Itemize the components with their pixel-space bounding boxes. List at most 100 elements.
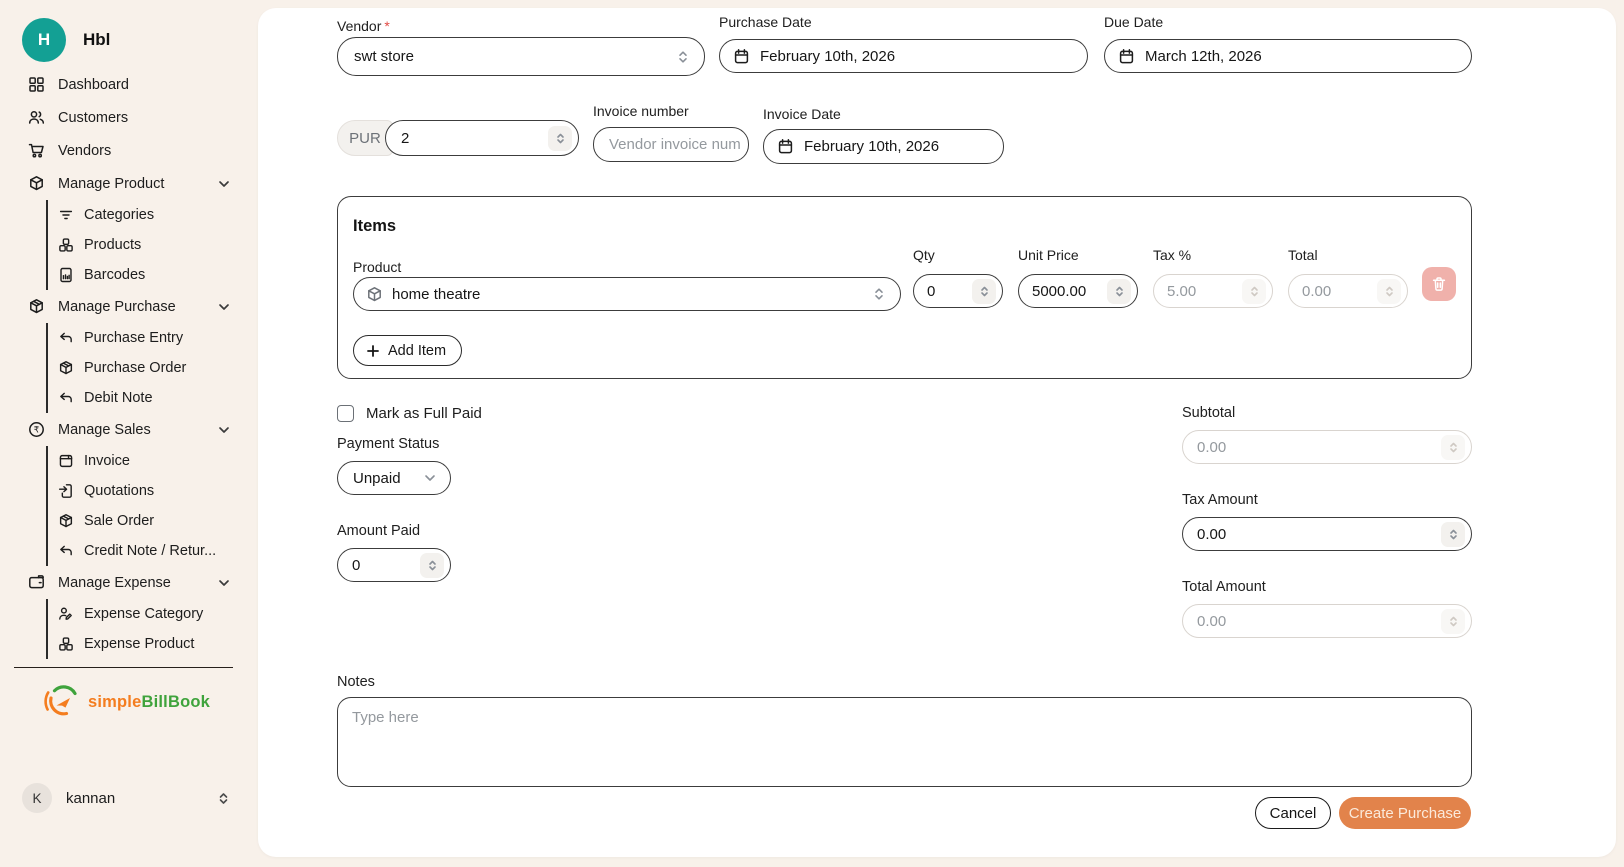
users-icon bbox=[28, 109, 45, 126]
sidebar-divider bbox=[14, 667, 233, 668]
sidebar-item-label: Sale Order bbox=[84, 513, 154, 529]
sidebar-item-expense-category[interactable]: Expense Category bbox=[48, 599, 247, 629]
sidebar-item-label: Purchase Order bbox=[84, 360, 186, 376]
product-select[interactable]: home theatre bbox=[353, 277, 901, 311]
mark-full-paid-row: Mark as Full Paid bbox=[337, 405, 482, 422]
sidebar-group-manage-purchase[interactable]: Manage Purchase bbox=[0, 290, 247, 323]
sidebar-item-label: Purchase Entry bbox=[84, 330, 183, 346]
sidebar-nav: Dashboard Customers Vendors Manage Produ… bbox=[0, 68, 247, 659]
notes-label: Notes bbox=[337, 674, 375, 690]
line-total-stepper bbox=[1377, 279, 1401, 304]
simplebillbook-logo-icon bbox=[44, 682, 82, 722]
sidebar-item-barcodes[interactable]: Barcodes bbox=[48, 260, 247, 290]
sidebar-item-vendors[interactable]: Vendors bbox=[0, 134, 247, 167]
cancel-button[interactable]: Cancel bbox=[1255, 797, 1331, 829]
invoice-number-input[interactable] bbox=[593, 127, 749, 162]
return-arrow-icon bbox=[58, 390, 74, 406]
sidebar-group-manage-expense[interactable]: Manage Expense bbox=[0, 566, 247, 599]
sidebar-item-dashboard[interactable]: Dashboard bbox=[0, 68, 247, 101]
purchase-number-field[interactable] bbox=[401, 130, 548, 147]
sidebar-item-sale-order[interactable]: Sale Order bbox=[48, 506, 247, 536]
sidebar-item-categories[interactable]: Categories bbox=[48, 200, 247, 230]
sidebar-group-label: Manage Product bbox=[58, 176, 164, 192]
payment-status-select[interactable]: Unpaid bbox=[337, 461, 451, 495]
user-avatar: K bbox=[22, 783, 52, 813]
purchase-number-input[interactable] bbox=[385, 120, 579, 156]
tax-amount-field[interactable] bbox=[1197, 526, 1397, 543]
sidebar-item-label: Quotations bbox=[84, 483, 154, 499]
sidebar-item-quotations[interactable]: Quotations bbox=[48, 476, 247, 506]
mark-full-paid-label: Mark as Full Paid bbox=[366, 405, 482, 422]
amount-paid-stepper[interactable] bbox=[420, 553, 444, 578]
due-date-input[interactable]: March 12th, 2026 bbox=[1104, 39, 1472, 73]
sidebar-item-debit-note[interactable]: Debit Note bbox=[48, 383, 247, 413]
number-stepper[interactable] bbox=[548, 126, 572, 151]
unit-price-field[interactable] bbox=[1032, 283, 1092, 300]
tax-column-label: Tax % bbox=[1153, 247, 1191, 263]
purchase-date-label: Purchase Date bbox=[719, 14, 812, 30]
purchase-date-input[interactable]: February 10th, 2026 bbox=[719, 39, 1088, 73]
add-item-button[interactable]: Add Item bbox=[353, 335, 462, 366]
user-menu[interactable]: K kannan bbox=[22, 783, 231, 813]
chevron-down-icon bbox=[217, 300, 231, 314]
amount-paid-field[interactable] bbox=[352, 557, 392, 574]
notes-field[interactable] bbox=[352, 709, 1457, 773]
return-arrow-icon bbox=[58, 330, 74, 346]
logo-part-simple: simple bbox=[88, 693, 141, 711]
sidebar-item-products[interactable]: Products bbox=[48, 230, 247, 260]
package-icon bbox=[58, 513, 74, 529]
manage-sales-submenu: Invoice Quotations Sale Order Credit Not… bbox=[46, 446, 247, 566]
wallet-icon bbox=[28, 574, 45, 591]
sidebar-item-expense-product[interactable]: Expense Product bbox=[48, 629, 247, 659]
invoice-date-input[interactable]: February 10th, 2026 bbox=[763, 129, 1004, 164]
create-purchase-button[interactable]: Create Purchase bbox=[1339, 797, 1471, 829]
qty-stepper[interactable] bbox=[972, 279, 996, 304]
brand-avatar: H bbox=[22, 18, 66, 62]
sidebar-group-manage-product[interactable]: Manage Product bbox=[0, 167, 247, 200]
payment-status-label: Payment Status bbox=[337, 436, 439, 452]
invoice-date-value: February 10th, 2026 bbox=[804, 138, 939, 155]
invoice-date-label: Invoice Date bbox=[763, 106, 841, 122]
subtotal-input bbox=[1182, 430, 1472, 464]
invoice-number-label: Invoice number bbox=[593, 103, 689, 119]
sidebar-item-purchase-entry[interactable]: Purchase Entry bbox=[48, 323, 247, 353]
unit-price-input[interactable] bbox=[1018, 274, 1138, 308]
sidebar-item-credit-note[interactable]: Credit Note / Retur... bbox=[48, 536, 247, 566]
qty-column-label: Qty bbox=[913, 247, 935, 263]
purchase-form-card: Vendor* swt store Purchase Date February… bbox=[258, 8, 1616, 857]
sidebar-item-label: Products bbox=[84, 237, 141, 253]
tax-amount-label: Tax Amount bbox=[1182, 492, 1258, 508]
mark-full-paid-checkbox[interactable] bbox=[337, 405, 354, 422]
tax-percent-stepper bbox=[1242, 279, 1266, 304]
user-name: kannan bbox=[66, 790, 115, 807]
sidebar-item-purchase-order[interactable]: Purchase Order bbox=[48, 353, 247, 383]
unfold-icon bbox=[216, 791, 231, 806]
sidebar-item-invoice[interactable]: Invoice bbox=[48, 446, 247, 476]
sidebar-group-manage-sales[interactable]: ₹ Manage Sales bbox=[0, 413, 247, 446]
product-select-value: home theatre bbox=[392, 286, 480, 303]
tax-amount-stepper[interactable] bbox=[1441, 522, 1465, 547]
amount-paid-label: Amount Paid bbox=[337, 523, 420, 539]
calendar-icon bbox=[733, 48, 750, 65]
notes-input[interactable] bbox=[337, 697, 1472, 787]
sidebar-item-label: Expense Product bbox=[84, 636, 194, 652]
delete-item-button[interactable] bbox=[1422, 267, 1456, 301]
manage-product-submenu: Categories Products Barcodes bbox=[46, 200, 247, 290]
subtotal-label: Subtotal bbox=[1182, 405, 1235, 421]
sidebar-item-customers[interactable]: Customers bbox=[0, 101, 247, 134]
qty-input[interactable] bbox=[913, 274, 1003, 308]
sidebar: H Hbl Dashboard Customers Vendors Manage… bbox=[0, 0, 247, 867]
invoice-number-field[interactable] bbox=[609, 136, 740, 153]
qty-field[interactable] bbox=[927, 283, 957, 300]
unit-price-column-label: Unit Price bbox=[1018, 247, 1079, 263]
cube-icon bbox=[28, 175, 45, 192]
chevron-down-icon bbox=[217, 177, 231, 191]
vendor-label: Vendor* bbox=[337, 18, 390, 34]
tax-amount-input[interactable] bbox=[1182, 517, 1472, 551]
unit-price-stepper[interactable] bbox=[1107, 279, 1131, 304]
amount-paid-input[interactable] bbox=[337, 548, 451, 582]
product-column-label: Product bbox=[353, 259, 401, 275]
vendor-label-text: Vendor bbox=[337, 18, 381, 34]
vendor-select[interactable]: swt store bbox=[337, 37, 705, 76]
total-amount-input bbox=[1182, 604, 1472, 638]
